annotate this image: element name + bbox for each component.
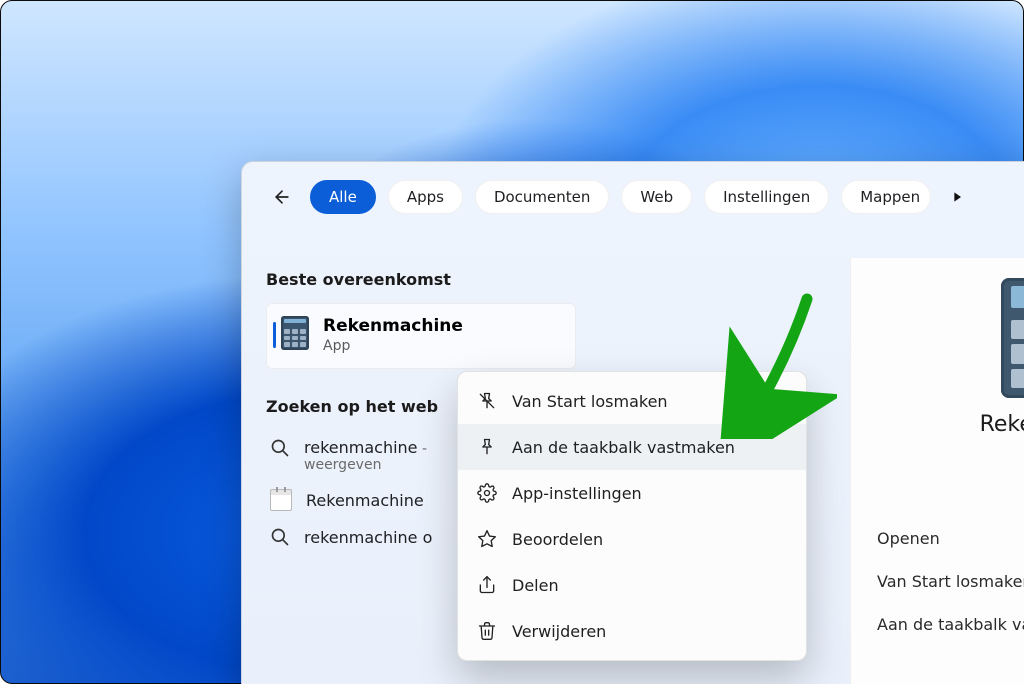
gear-icon — [476, 482, 498, 504]
best-match-kind: App — [323, 338, 463, 354]
ctx-delete[interactable]: Verwijderen — [458, 608, 806, 654]
ctx-label: Beoordelen — [512, 530, 603, 549]
search-icon — [270, 527, 290, 547]
suffix: - — [418, 441, 428, 457]
best-match-item[interactable]: Rekenmachine App — [266, 303, 576, 369]
filter-bar: Alle Apps Documenten Web Instellingen Ma… — [266, 180, 1024, 214]
filter-label: Documenten — [494, 188, 590, 206]
web-result-label: rekenmachine o — [304, 528, 432, 547]
detail-pane: Rekenmachine App Openen Van Start losmak… — [850, 258, 1024, 684]
filter-settings[interactable]: Instellingen — [704, 180, 829, 214]
filter-label: Web — [640, 188, 673, 206]
ctx-label: Delen — [512, 576, 559, 595]
filter-label: Alle — [329, 188, 357, 206]
filter-apps[interactable]: Apps — [388, 180, 463, 214]
detail-action-pin-taskbar[interactable]: Aan de taakbalk vastmaken — [869, 603, 1024, 646]
detail-action-open[interactable]: Openen — [869, 517, 1024, 560]
filter-documents[interactable]: Documenten — [475, 180, 609, 214]
web-result-sub: weergeven — [304, 457, 427, 473]
filter-label: Mappen — [860, 188, 920, 206]
ctx-label: App-instellingen — [512, 484, 642, 503]
filter-web[interactable]: Web — [621, 180, 692, 214]
caret-right-icon — [949, 189, 965, 205]
ctx-label: Van Start losmaken — [512, 392, 668, 411]
ctx-pin-taskbar[interactable]: Aan de taakbalk vastmaken — [458, 424, 806, 470]
ctx-label: Aan de taakbalk vastmaken — [512, 438, 735, 457]
trash-icon — [476, 620, 498, 642]
filters-overflow[interactable] — [949, 189, 965, 205]
best-match-name: Rekenmachine — [323, 316, 463, 336]
filter-label: Instellingen — [723, 188, 810, 206]
filter-label: Apps — [407, 188, 444, 206]
section-best-match: Beste overeenkomst — [266, 270, 576, 289]
calculator-icon — [1001, 278, 1024, 398]
back-button[interactable] — [266, 181, 298, 213]
desktop-background: Alle Apps Documenten Web Instellingen Ma… — [0, 0, 1024, 684]
pin-icon — [476, 436, 498, 458]
star-icon — [476, 528, 498, 550]
detail-action-unpin-start[interactable]: Van Start losmaken — [869, 560, 1024, 603]
web-result-label: Rekenmachine — [306, 491, 424, 510]
ctx-review[interactable]: Beoordelen — [458, 516, 806, 562]
detail-subtitle: App — [851, 439, 1024, 457]
detail-title: Rekenmachine — [851, 412, 1024, 437]
detail-actions: Openen Van Start losmaken Aan de taakbal… — [851, 517, 1024, 646]
context-menu: Van Start losmaken Aan de taakbalk vastm… — [457, 371, 807, 661]
filter-folders[interactable]: Mappen — [841, 180, 931, 214]
share-icon — [476, 574, 498, 596]
calculator-icon — [281, 316, 309, 350]
ctx-app-settings[interactable]: App-instellingen — [458, 470, 806, 516]
web-result-label: rekenmachine — [304, 438, 418, 457]
filter-all[interactable]: Alle — [310, 180, 376, 214]
ctx-unpin-start[interactable]: Van Start losmaken — [458, 378, 806, 424]
ctx-label: Verwijderen — [512, 622, 606, 641]
ctx-share[interactable]: Delen — [458, 562, 806, 608]
unpin-icon — [476, 390, 498, 412]
arrow-left-icon — [272, 187, 292, 207]
calendar-icon — [270, 489, 292, 511]
search-icon — [270, 438, 290, 458]
